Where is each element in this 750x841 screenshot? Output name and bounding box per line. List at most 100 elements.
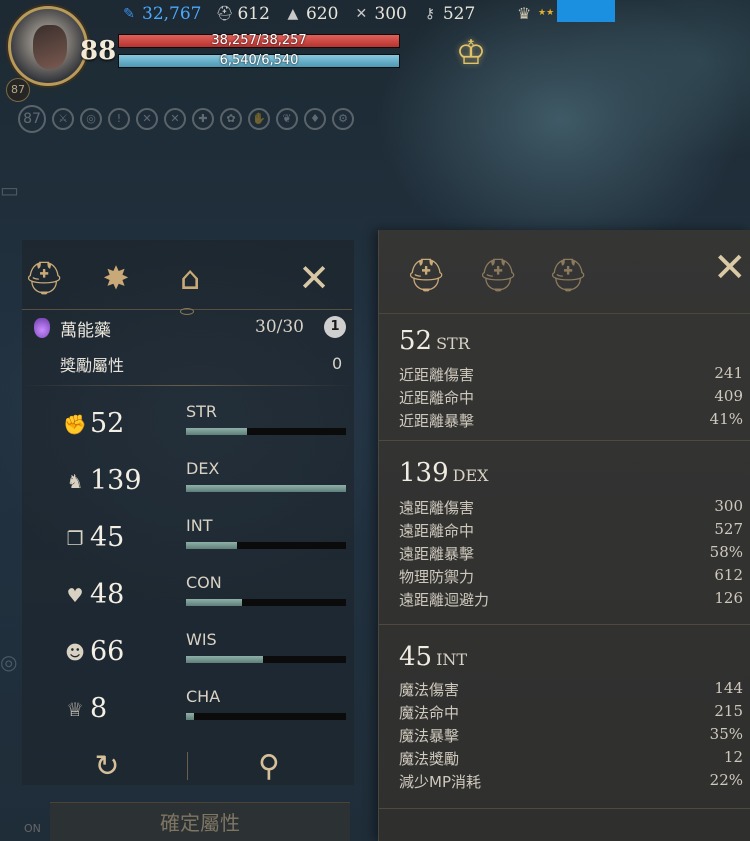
divider (22, 385, 352, 386)
stat-value: 139 (90, 465, 142, 496)
potion-count: 30/30 (255, 317, 304, 337)
book-icon: ❐ (66, 528, 84, 550)
buff-leaf-icon[interactable]: ❦ (276, 108, 298, 130)
detail-value: 41% (709, 410, 743, 428)
detail-value: 300 (714, 497, 743, 515)
tab-helmet-settings-icon[interactable]: ⛑ (545, 252, 591, 298)
buff-hand-icon[interactable]: ✋ (248, 108, 270, 130)
buff-potion-icon[interactable]: ✚ (192, 108, 214, 130)
redacted-block (557, 0, 615, 22)
buff-shield-icon[interactable]: ◎ (80, 108, 102, 130)
divider (379, 440, 750, 441)
stat-row-dex[interactable]: ♞ 139 DEX (22, 459, 352, 515)
tab-house-icon[interactable]: ⌂ (168, 256, 212, 300)
tab-helmet-gear-icon[interactable]: ⛑ (403, 252, 449, 298)
divider (379, 808, 750, 809)
tab-helmet-plus-icon[interactable]: ⛑ (475, 252, 521, 298)
detail-value: 612 (714, 566, 743, 584)
attribute-detail-panel: ⛑ ⛑ ⛑ ✕ 52 STR 近距離傷害 241 近距離命中 409 近距離暴擊 41%… (378, 230, 750, 841)
detail-label: 遠距離命中 (399, 522, 475, 540)
stat-bar-fill (186, 542, 238, 549)
divider (187, 752, 188, 780)
stat-row-wis[interactable]: ☻ 66 WIS (22, 630, 352, 686)
auto-toggle[interactable]: ON (24, 822, 41, 835)
stat-value: 52 (90, 408, 125, 439)
character-portrait[interactable] (8, 6, 88, 86)
detail-line: 魔法命中 215 (399, 702, 743, 725)
detail-tabs: ⛑ ⛑ ⛑ ✕ (379, 244, 750, 314)
detail-line: 近距離傷害 241 (399, 364, 743, 387)
active-tab-indicator (172, 308, 202, 315)
stat-bar-fill (186, 713, 194, 720)
hp-bar: 38,257/38,257 (118, 34, 400, 48)
buff-alert-icon[interactable]: ! (108, 108, 130, 130)
crown-icon: ♕ (66, 699, 84, 721)
detail-label: 魔法傷害 (399, 681, 460, 699)
tab-compass-star-icon[interactable]: ✸ (94, 256, 138, 300)
section-value: 52 (399, 326, 433, 356)
detail-line: 魔法獎勵 12 (399, 748, 743, 771)
helmet-icon: ⛑ (215, 6, 234, 22)
buff-cross-icon[interactable]: ✕ (136, 108, 158, 130)
side-compass-icon[interactable]: ◎ (0, 650, 17, 674)
guild-emblem-icon[interactable]: ♔ (448, 28, 494, 78)
crossbow-value: 300 (374, 4, 407, 24)
side-menu-icon[interactable]: ▭ (0, 178, 19, 202)
buff-crest-icon[interactable]: ♦ (304, 108, 326, 130)
bonus-points-label: 獎勵屬性 (60, 356, 125, 375)
stat-row-int[interactable]: ❐ 45 INT (22, 516, 352, 572)
detail-value: 22% (709, 771, 743, 789)
stat-bar (186, 713, 346, 720)
trophy-icon[interactable]: ♛ (517, 4, 531, 23)
resource-helmet: ⛑ 612 (215, 4, 270, 24)
stat-value: 45 (90, 522, 125, 553)
attribute-panel: ⛑ ✸ ⌂ ✕ 萬能藥 30/30 1 獎勵屬性 0 ✊ 52 STR ♞ 13… (22, 240, 354, 785)
section-abbr: STR (436, 334, 470, 353)
detail-line: 遠距離傷害 300 (399, 497, 743, 520)
buff-row: 87 ⚔ ◎ ! ✕ ✕ ✚ ✿ ✋ ❦ ♦ ⚙ (18, 105, 360, 133)
resource-wizard-hat: ▲ 620 (284, 4, 339, 24)
feather-icon: ✎ (123, 6, 135, 22)
reset-icon[interactable]: ↻ (90, 750, 124, 784)
detail-label: 魔法獎勵 (399, 750, 460, 768)
detail-line: 減少MP消耗 22% (399, 771, 743, 794)
stars-icon: ★★ (538, 8, 555, 18)
bonus-points-value: 0 (332, 354, 343, 373)
buff-gear-icon[interactable]: ⚙ (332, 108, 354, 130)
section-heading: 139 DEX (399, 458, 489, 488)
stat-bar (186, 542, 346, 549)
detail-label: 遠距離暴擊 (399, 545, 475, 563)
detail-label: 近距離命中 (399, 389, 475, 407)
close-icon[interactable]: ✕ (292, 256, 336, 300)
detail-label: 近距離傷害 (399, 366, 475, 384)
detail-value: 215 (714, 702, 743, 720)
resource-feather: ✎ 32,767 (120, 4, 201, 24)
confirm-attributes-button[interactable]: 確定屬性 (50, 802, 350, 841)
stat-value: 48 (90, 579, 125, 610)
tab-helmet-icon[interactable]: ⛑ (22, 256, 66, 300)
stat-bar-fill (186, 656, 263, 663)
stat-row-cha[interactable]: ♕ 8 CHA (22, 687, 352, 743)
buff-sword-icon[interactable]: ⚔ (52, 108, 74, 130)
detail-value: 409 (714, 387, 743, 405)
helmet-value: 612 (237, 4, 270, 24)
magnifier-icon[interactable]: ⚲ (252, 750, 286, 784)
stat-row-con[interactable]: ♥ 48 CON (22, 573, 352, 629)
close-icon[interactable]: ✕ (713, 248, 747, 288)
stat-bar (186, 599, 346, 606)
potion-icon (34, 318, 50, 338)
section-value: 139 (399, 458, 449, 488)
section-value: 45 (399, 642, 433, 672)
detail-line: 近距離暴擊 41% (399, 410, 743, 433)
buff-swords-icon[interactable]: ✕ (164, 108, 186, 130)
potion-info-button[interactable]: 1 (324, 316, 346, 338)
wizard-hat-icon: ▲ (287, 6, 299, 22)
section-heading: 52 STR (399, 326, 470, 356)
stat-value: 8 (90, 693, 108, 724)
detail-value: 126 (714, 589, 743, 607)
character-level: 88 (80, 36, 117, 66)
stat-row-str[interactable]: ✊ 52 STR (22, 402, 352, 458)
buff-flower-icon[interactable]: ✿ (220, 108, 242, 130)
secondary-level-badge: 87 (6, 78, 30, 102)
detail-value: 12 (723, 748, 743, 766)
